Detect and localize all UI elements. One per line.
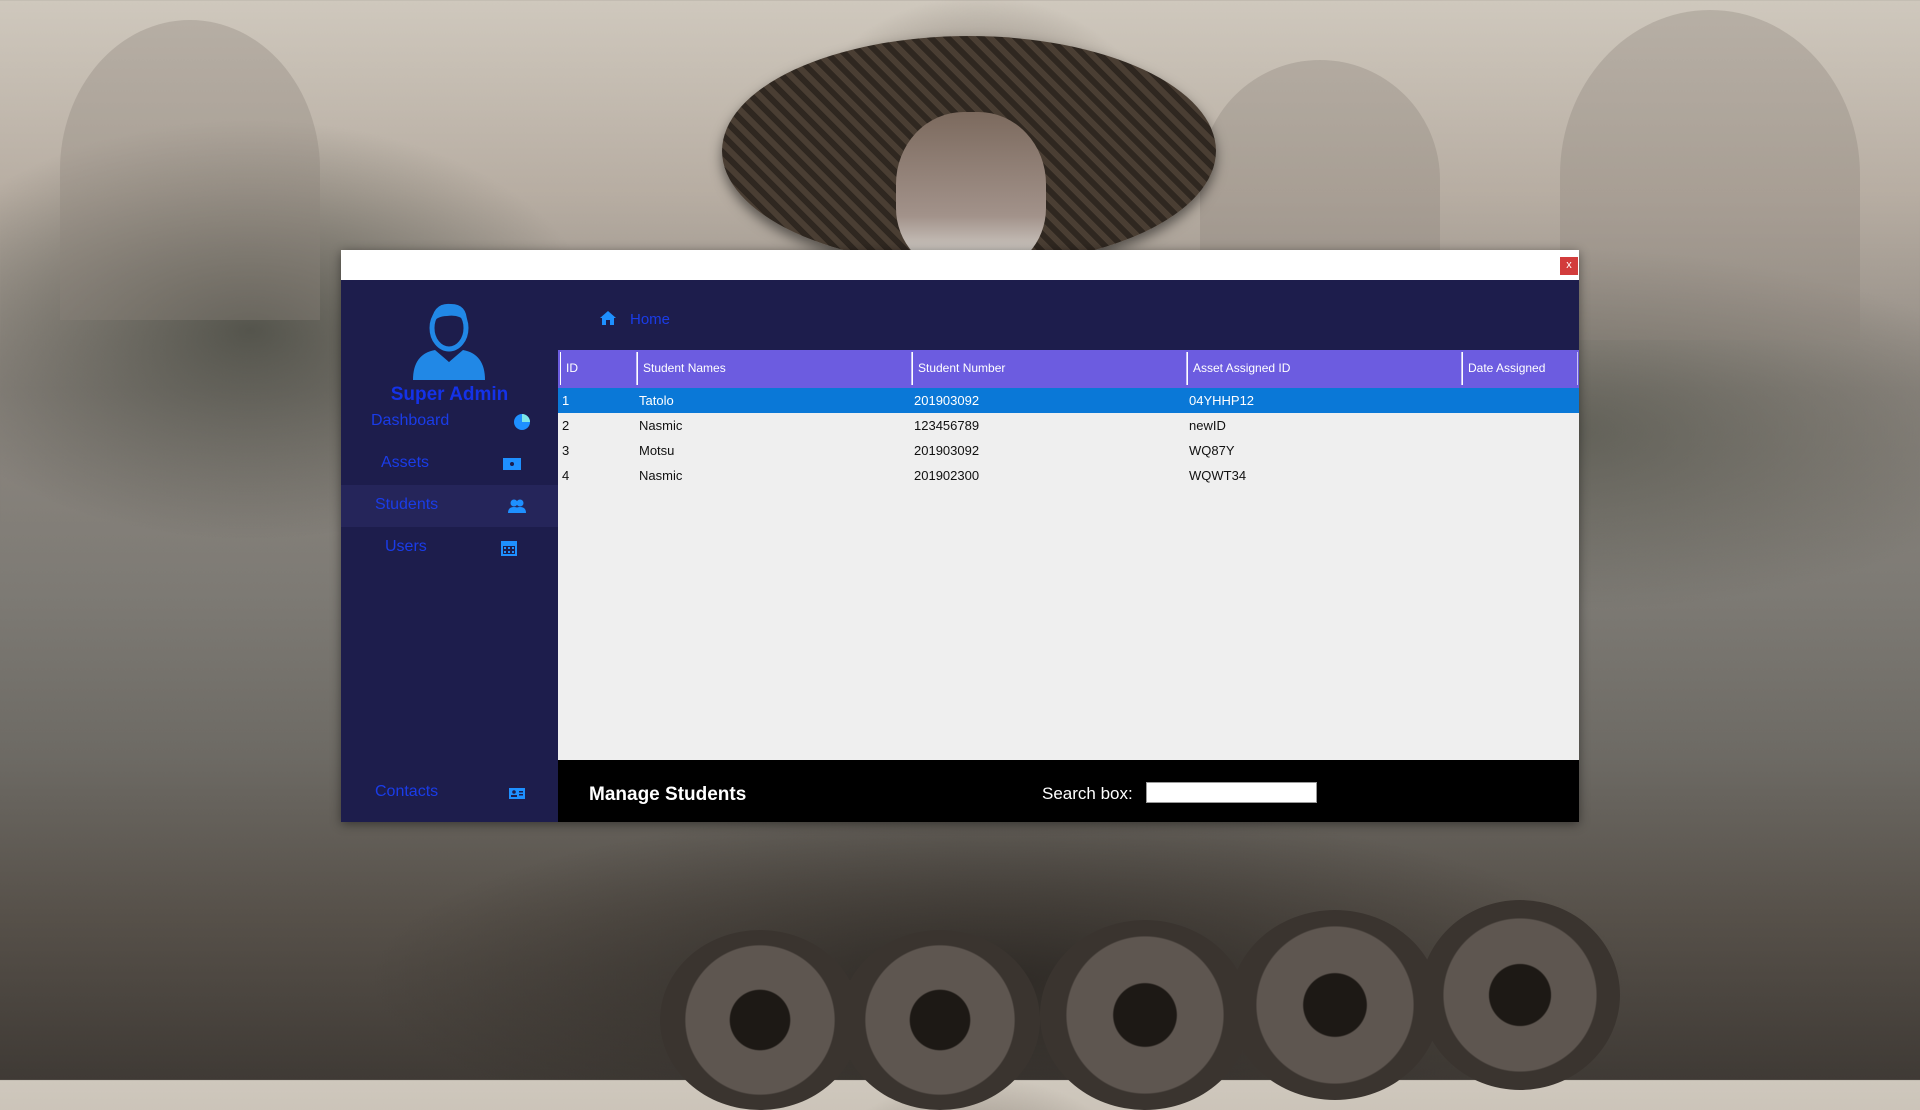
footer-bar: Manage Students Search box: xyxy=(558,760,1579,822)
cell-student-name: Nasmic xyxy=(639,418,683,433)
cell-student-number: 123456789 xyxy=(914,418,980,433)
cell-asset-id: newID xyxy=(1189,418,1226,433)
search-label: Search box: xyxy=(1042,784,1133,803)
sidebar-item-users[interactable]: Users xyxy=(341,527,558,569)
title-bar: x xyxy=(341,250,1579,280)
table-header: ID Student Names Student Number Asset As… xyxy=(558,350,1579,388)
cell-student-name: Tatolo xyxy=(639,393,674,408)
cell-id: 2 xyxy=(562,418,570,433)
background-photo-face xyxy=(896,112,1046,272)
column-header-student-number[interactable]: Student Number xyxy=(912,352,1187,385)
sidebar-item-label: Users xyxy=(385,538,427,555)
sidebar-item-label: Dashboard xyxy=(371,412,450,429)
calendar-icon xyxy=(498,537,520,559)
pie-chart-icon xyxy=(511,411,533,433)
user-avatar-icon xyxy=(407,296,491,385)
cell-student-number: 201902300 xyxy=(914,468,980,483)
table-row[interactable]: 2 Nasmic 123456789 newID xyxy=(558,413,1579,438)
table-row[interactable]: 3 Motsu 201903092 WQ87Y xyxy=(558,438,1579,463)
cell-id: 4 xyxy=(562,468,570,483)
table-row[interactable]: 1 Tatolo 201903092 04YHHP12 xyxy=(558,388,1579,413)
sidebar-item-students[interactable]: Students xyxy=(341,485,558,527)
app-window: x Super Admin Dashboard Assets Students … xyxy=(341,250,1579,822)
sidebar-item-dashboard[interactable]: Dashboard xyxy=(341,401,558,443)
column-header-id[interactable]: ID xyxy=(560,352,637,385)
sidebar-item-contacts[interactable]: Contacts xyxy=(341,772,558,814)
users-icon xyxy=(506,495,528,517)
home-icon[interactable] xyxy=(599,310,617,331)
sidebar-item-assets[interactable]: Assets xyxy=(341,443,558,485)
students-table: ID Student Names Student Number Asset As… xyxy=(558,350,1579,760)
cell-asset-id: WQ87Y xyxy=(1189,443,1235,458)
sidebar-item-label: Contacts xyxy=(375,783,439,800)
close-button[interactable]: x xyxy=(1560,257,1578,275)
page-title: Manage Students xyxy=(589,784,747,805)
cell-asset-id: WQWT34 xyxy=(1189,468,1247,483)
contact-card-icon xyxy=(506,782,528,804)
column-header-date-assigned[interactable]: Date Assigned xyxy=(1462,352,1578,385)
sidebar-item-label: Students xyxy=(375,496,439,513)
cell-student-name: Motsu xyxy=(639,443,675,458)
cell-student-number: 201903092 xyxy=(914,443,980,458)
cell-id: 3 xyxy=(562,443,570,458)
sidebar: Super Admin Dashboard Assets Students Us… xyxy=(341,280,558,822)
cell-student-name: Nasmic xyxy=(639,468,683,483)
home-link[interactable]: Home xyxy=(630,311,670,328)
search-input[interactable] xyxy=(1146,782,1317,803)
top-bar: Home xyxy=(558,280,1579,350)
cell-student-number: 201903092 xyxy=(914,393,980,408)
column-header-asset-assigned-id[interactable]: Asset Assigned ID xyxy=(1187,352,1462,385)
sidebar-item-label: Assets xyxy=(381,454,430,471)
cell-id: 1 xyxy=(562,393,570,408)
cell-asset-id: 04YHHP12 xyxy=(1189,393,1255,408)
monitor-icon xyxy=(501,453,523,475)
column-header-student-names[interactable]: Student Names xyxy=(637,352,912,385)
table-row[interactable]: 4 Nasmic 201902300 WQWT34 xyxy=(558,463,1579,488)
